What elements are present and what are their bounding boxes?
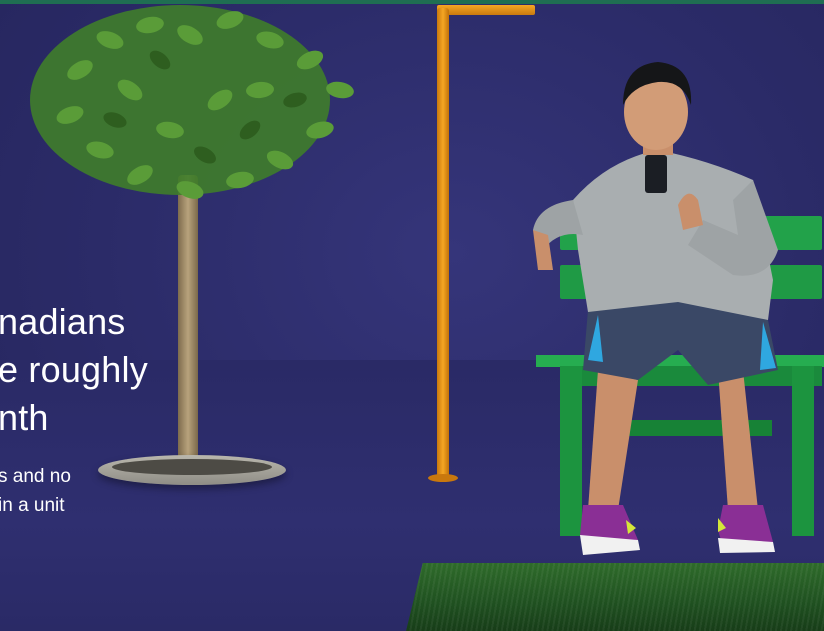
headline-line-1: nadians bbox=[0, 301, 126, 342]
tree-canopy bbox=[30, 5, 354, 199]
hero-subtext: s and no in a unit bbox=[0, 462, 71, 520]
headline-line-3: nth bbox=[0, 397, 49, 438]
subtext-line-2: in a unit bbox=[0, 495, 65, 516]
hero-headline: nadians e roughly nth bbox=[0, 298, 148, 442]
tree-planter-soil bbox=[112, 459, 272, 475]
lamp-arm bbox=[437, 5, 535, 15]
person-illustration bbox=[533, 62, 778, 555]
hero-banner: nadians e roughly nth s and no in a unit bbox=[0, 0, 824, 631]
lamp-pole bbox=[437, 8, 449, 480]
grass-mat bbox=[406, 563, 824, 631]
headline-line-2: e roughly bbox=[0, 349, 148, 390]
lamp-base bbox=[428, 474, 458, 482]
subtext-line-1: s and no bbox=[0, 466, 71, 487]
